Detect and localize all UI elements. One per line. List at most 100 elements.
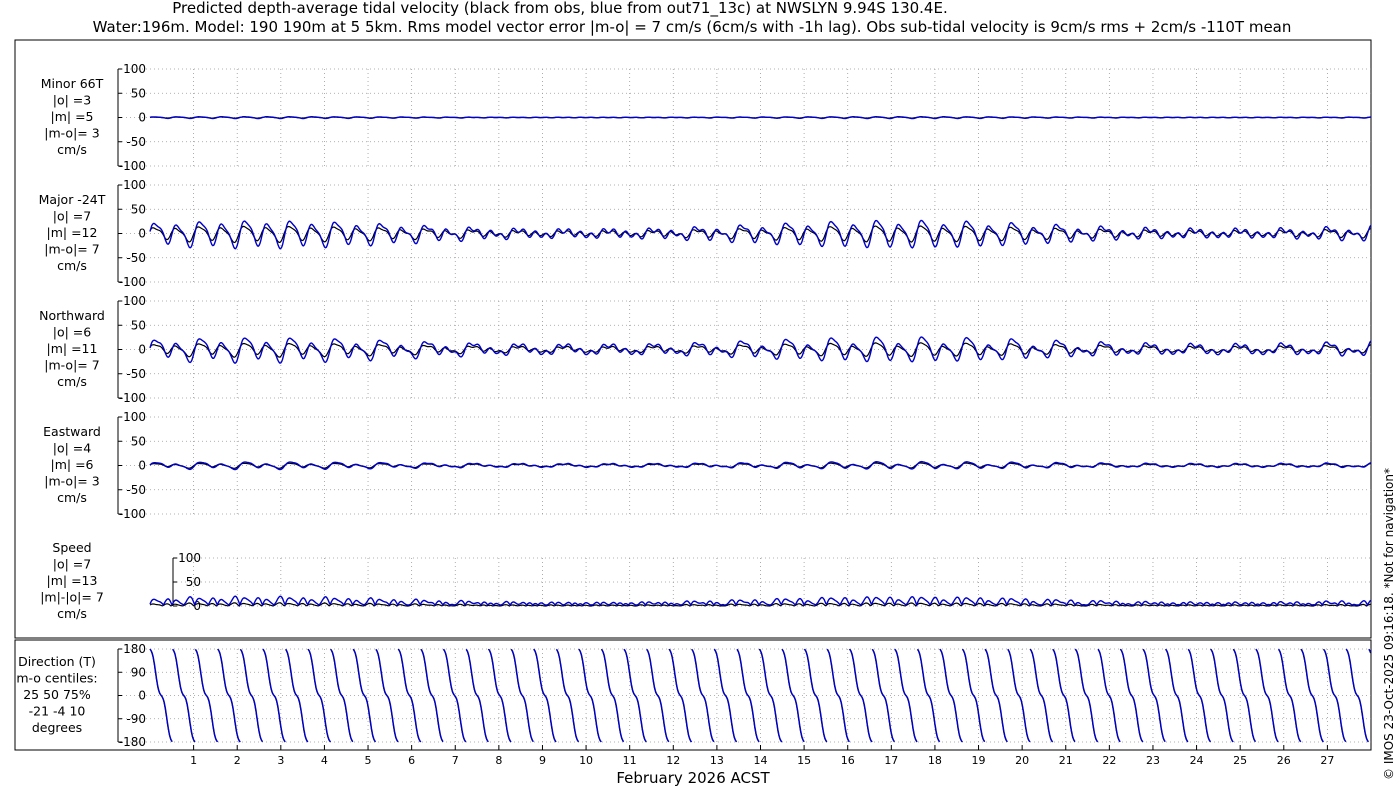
x-tick-label: 15 xyxy=(797,754,811,767)
panel-label-line: |o| =4 xyxy=(53,441,92,456)
x-tick-label: 26 xyxy=(1277,754,1291,767)
y-tick-label: 100 xyxy=(123,178,146,192)
x-tick-label: 19 xyxy=(972,754,986,767)
panels-group: 100 50 0 -50 -100 Minor 66T |o| =3|m| =5 |m-o|=… xyxy=(16,62,1372,749)
y-tick-label: -100 xyxy=(119,159,146,173)
panel-label-line: |m-o|= 3 xyxy=(44,126,99,141)
model-series-line xyxy=(149,219,1372,250)
x-tick-label: 23 xyxy=(1146,754,1160,767)
x-tick-label: 20 xyxy=(1015,754,1029,767)
y-tick-label: -100 xyxy=(119,275,146,289)
y-tick-label: 50 xyxy=(186,575,201,589)
y-tick-label: 0 xyxy=(138,343,146,357)
x-tick-label: 9 xyxy=(539,754,546,767)
panel-label-line: m-o centiles: xyxy=(16,671,97,686)
panel-label-line: |m| =6 xyxy=(51,457,94,472)
panel-label-line: |m|-|o|= 7 xyxy=(40,590,104,605)
panel-label-line: 25 50 75% xyxy=(23,687,91,702)
x-tick-label: 3 xyxy=(277,754,284,767)
x-tick-label: 5 xyxy=(365,754,372,767)
model-series-line xyxy=(149,460,1372,471)
y-tick-label: 0 xyxy=(138,689,146,703)
y-tick-label: -50 xyxy=(126,251,146,265)
panel-label-line: |o| =6 xyxy=(53,325,92,340)
y-tick-label: -90 xyxy=(126,712,146,726)
y-tick-label: -100 xyxy=(119,391,146,405)
x-tick-label: 1 xyxy=(190,754,197,767)
panel-5: 100500Speed|o| =7|m| =13|m|-|o|= 7cm/s xyxy=(40,540,1372,621)
x-tick-label: 18 xyxy=(928,754,942,767)
chart-title-line-1: Predicted depth-average tidal velocity (… xyxy=(172,0,947,18)
y-tick-label: 50 xyxy=(131,434,146,448)
y-tick-label: 100 xyxy=(123,410,146,424)
x-tick-label: 21 xyxy=(1059,754,1073,767)
y-tick-label: 180 xyxy=(123,642,146,656)
x-tick-label: 7 xyxy=(452,754,459,767)
y-tick-label: 100 xyxy=(123,294,146,308)
x-axis-label: February 2026 ACST xyxy=(616,769,770,787)
panel-label-line: |m| =5 xyxy=(51,109,94,124)
panel-label-line: |m| =12 xyxy=(47,225,98,240)
panel-label-line: |m| =11 xyxy=(47,341,98,356)
obs-direction-line xyxy=(149,648,1372,743)
panel-label-line: cm/s xyxy=(57,374,87,389)
x-tick-label: 27 xyxy=(1320,754,1334,767)
panel-label-line: Northward xyxy=(39,308,105,323)
panel-1: 100 50 0 -50 -100 Minor 66T |o| =3|m| =5 |m-o|=… xyxy=(41,62,1371,173)
panel-6: 180 90 0 -90 -180 Direction (T) m-o centiles:2… xyxy=(16,642,1372,749)
x-tick-label: 10 xyxy=(579,754,593,767)
x-tick-label: 2 xyxy=(234,754,241,767)
y-tick-label: 0 xyxy=(138,227,146,241)
panel-label-line: |o| =7 xyxy=(53,209,91,224)
panel-label-line: Minor 66T xyxy=(41,76,104,91)
panel-label-line: cm/s xyxy=(57,258,87,273)
y-tick-label: 0 xyxy=(138,459,146,473)
x-tick-label: 22 xyxy=(1102,754,1116,767)
x-tick-label: 14 xyxy=(754,754,768,767)
panel-label-line: |o| =3 xyxy=(53,93,91,108)
panel-label-line: Direction (T) xyxy=(18,654,96,669)
main-axes-frame xyxy=(14,39,1372,639)
panel-3: 100 50 0 -50 -100 Northward |o| =6|m| =11 |m-o|… xyxy=(39,294,1372,405)
panel-label-line: |m-o|= 7 xyxy=(44,358,99,373)
panel-label-line: Eastward xyxy=(43,424,101,439)
direction-axes-frame xyxy=(14,639,1372,751)
x-tick-label: 8 xyxy=(495,754,502,767)
y-tick-label: 50 xyxy=(131,318,146,332)
y-tick-label: 100 xyxy=(123,62,146,76)
x-tick-label: 12 xyxy=(666,754,680,767)
x-axis: 1 2 3 4 5 6 7 8 9 10 11 12 13 14 15 16 17 18 19 20 21 22 23 24 2… xyxy=(190,745,1334,767)
copyright-note: © IMOS 23-Oct-2025 09:16:18. *Not for na… xyxy=(1382,468,1396,780)
x-tick-label: 25 xyxy=(1233,754,1247,767)
y-tick-label: -50 xyxy=(126,367,146,381)
panel-label-line: -21 -4 10 xyxy=(29,704,86,719)
model-direction-line xyxy=(149,648,1372,743)
panel-label-line: Major -24T xyxy=(39,192,106,207)
x-tick-label: 24 xyxy=(1190,754,1204,767)
panel-2: 100 50 0 -50 -100 Major -24T |o| =7|m| =12 |m-o… xyxy=(39,178,1372,289)
x-tick-label: 4 xyxy=(321,754,328,767)
y-tick-label: -180 xyxy=(119,735,146,749)
x-tick-label: 13 xyxy=(710,754,724,767)
y-tick-label: -100 xyxy=(119,507,146,521)
panel-label-line: |o| =7 xyxy=(53,557,91,572)
panel-label-line: |m-o|= 7 xyxy=(44,242,99,257)
panel-label-line: |m| =13 xyxy=(47,573,98,588)
y-tick-label: -50 xyxy=(126,483,146,497)
panel-label-line: Speed xyxy=(52,540,91,555)
panel-label-line: degrees xyxy=(32,720,82,735)
panel-4: 100 50 0 -50 -100 Eastward |o| =4|m| =6 |m-o|= … xyxy=(43,410,1372,521)
y-tick-label: 50 xyxy=(131,202,146,216)
panel-label-line: cm/s xyxy=(57,490,87,505)
chart-title-line-2: Water:196m. Model: 190 190m at 5 5km. Rm… xyxy=(93,18,1292,36)
panel-label-line: cm/s xyxy=(57,606,87,621)
y-tick-label: 90 xyxy=(131,665,146,679)
y-tick-label: 50 xyxy=(131,86,146,100)
x-tick-label: 11 xyxy=(623,754,637,767)
x-tick-label: 16 xyxy=(841,754,855,767)
y-tick-label: 0 xyxy=(138,111,146,125)
y-tick-label: -50 xyxy=(126,135,146,149)
panel-label-line: cm/s xyxy=(57,142,87,157)
tidal-velocity-chart: Predicted depth-average tidal velocity (… xyxy=(14,0,1396,787)
panel-label-line: |m-o|= 3 xyxy=(44,474,99,489)
